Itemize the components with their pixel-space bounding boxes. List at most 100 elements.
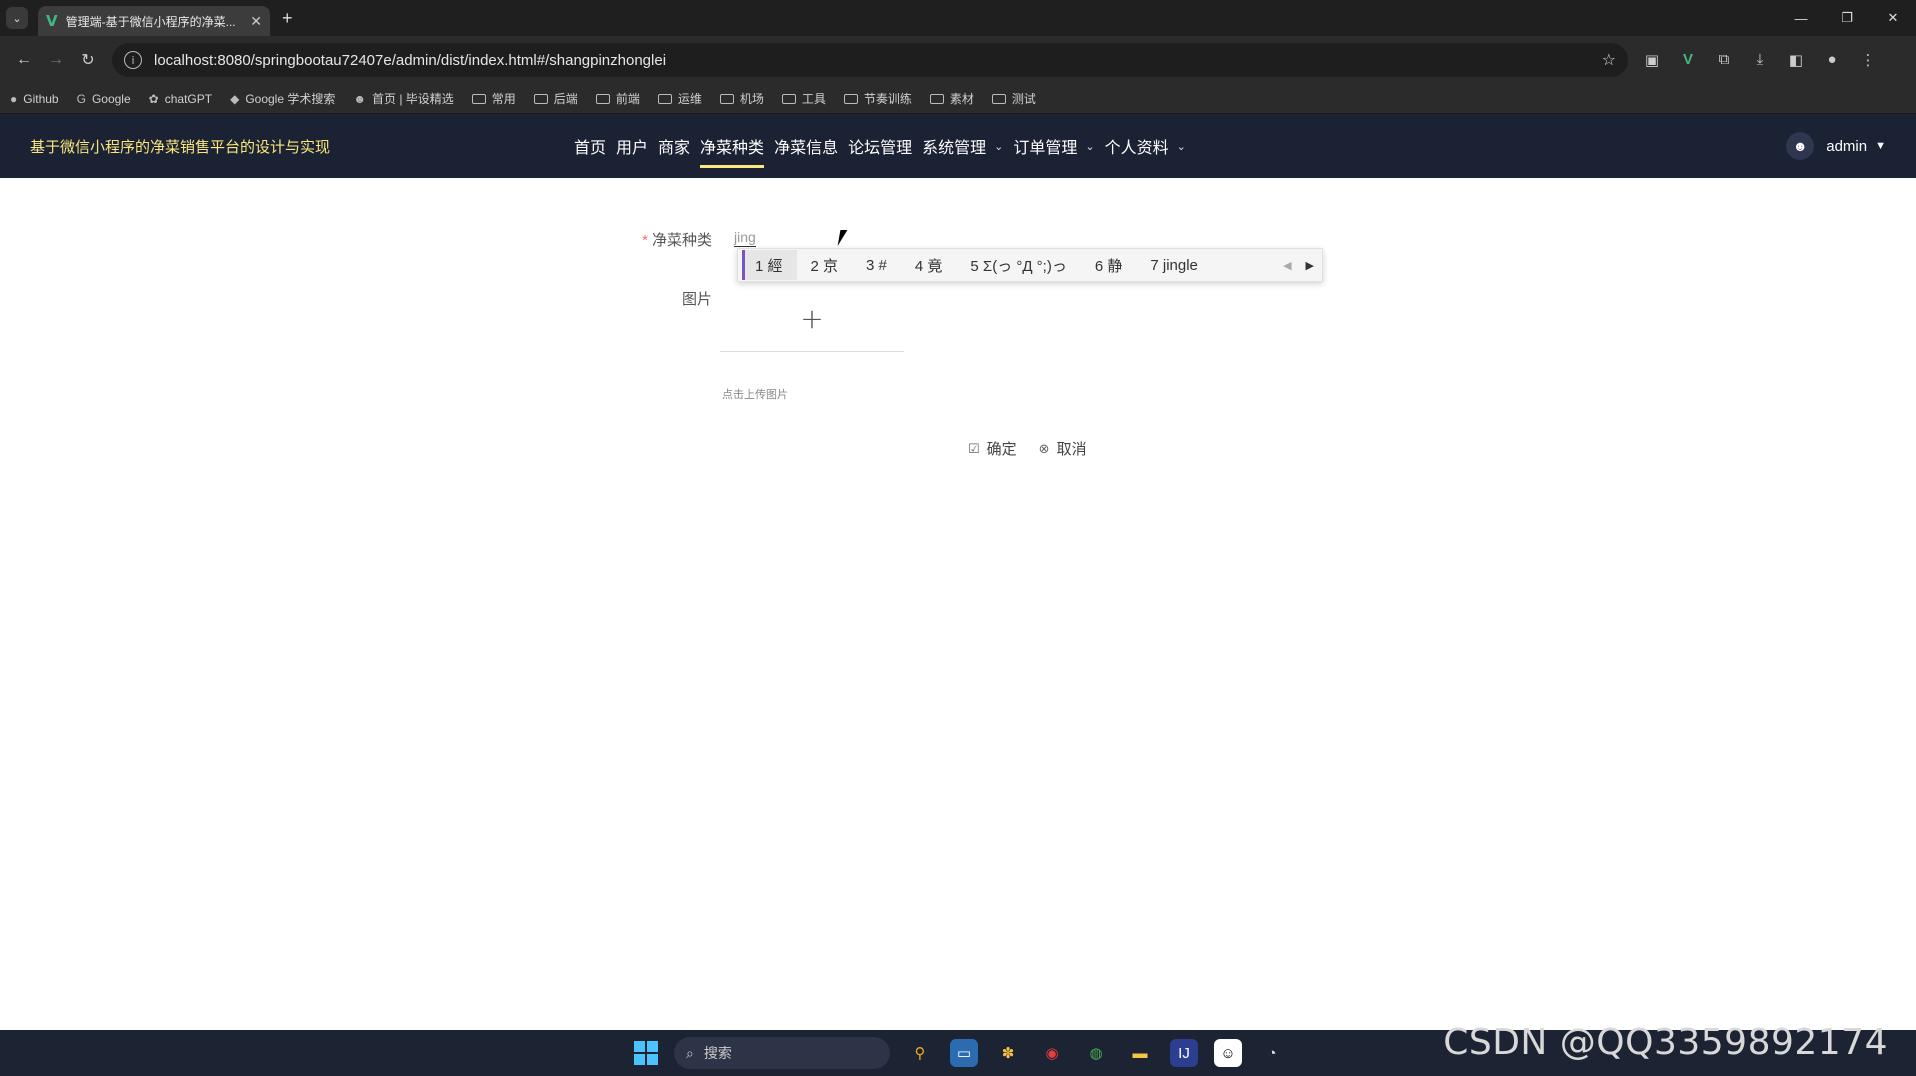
chevron-down-icon: ⌄ bbox=[1176, 140, 1186, 153]
bookmark-folder-common[interactable]: 常用 bbox=[471, 90, 516, 107]
intellij-icon[interactable]: IJ bbox=[1170, 1039, 1198, 1067]
bookmark-folder-airport[interactable]: 机场 bbox=[719, 90, 764, 107]
taskbar-icons: ⌕ 搜索 ⚲ ▭ ✽ ◉ ◍ ▬ IJ ☺ ◔ bbox=[634, 1030, 1286, 1076]
bishe-icon: ☻ bbox=[353, 91, 366, 106]
folder-icon bbox=[929, 93, 944, 104]
bookmark-bishe[interactable]: ☻ 首页 | 毕设精选 bbox=[353, 90, 453, 107]
snail-app-icon[interactable]: ◉ bbox=[1038, 1039, 1066, 1067]
folder-icon bbox=[843, 93, 858, 104]
ime-candidate[interactable]: 2 京 bbox=[797, 250, 853, 280]
nav-profile[interactable]: 个人资料 ⌄ bbox=[1105, 114, 1186, 178]
checkbox-icon: ☑ bbox=[968, 440, 980, 456]
sidepanel-icon[interactable]: ◧ bbox=[1784, 51, 1808, 69]
bookmark-github[interactable]: ● Github bbox=[10, 92, 59, 106]
more-menu-icon[interactable]: ⋮ bbox=[1856, 51, 1880, 69]
browser-toolbar: ← → ↻ i localhost:8080/springbootau72407… bbox=[0, 36, 1916, 84]
site-info-icon[interactable]: i bbox=[124, 51, 142, 69]
upload-hint: 点击上传图片 bbox=[722, 389, 788, 401]
close-window-icon[interactable]: ✕ bbox=[1870, 10, 1916, 26]
restore-icon[interactable]: ❐ bbox=[1824, 10, 1870, 26]
username: admin bbox=[1826, 137, 1868, 155]
file-explorer-icon[interactable]: ▬ bbox=[1126, 1039, 1154, 1067]
taskbar-search[interactable]: ⌕ 搜索 bbox=[674, 1037, 890, 1069]
profile-avatar-icon[interactable]: ● bbox=[1820, 51, 1844, 69]
nav-users[interactable]: 用户 bbox=[616, 114, 648, 178]
extensions-area: ▣ V ⧉ ⤓ ◧ ● ⋮ bbox=[1640, 51, 1880, 69]
folder-icon bbox=[781, 93, 796, 104]
monitor-app-icon[interactable]: ▭ bbox=[950, 1039, 978, 1067]
ime-candidate[interactable]: 1 經 bbox=[742, 250, 797, 280]
new-tab-button[interactable]: + bbox=[282, 8, 293, 29]
ime-candidate[interactable]: 3 # bbox=[852, 250, 901, 280]
bookmark-star-icon[interactable]: ☆ bbox=[1602, 50, 1616, 70]
ime-prev-icon[interactable]: ◀ bbox=[1283, 259, 1291, 272]
incognito-icon[interactable]: ▣ bbox=[1640, 51, 1664, 69]
ime-candidate[interactable]: 4 竟 bbox=[901, 250, 957, 280]
address-bar[interactable]: i localhost:8080/springbootau72407e/admi… bbox=[112, 43, 1628, 77]
bookmark-folder-backend[interactable]: 后端 bbox=[533, 90, 578, 107]
nav-forum[interactable]: 论坛管理 bbox=[848, 114, 912, 178]
category-input[interactable]: jing bbox=[734, 229, 756, 247]
mouse-cursor-icon bbox=[837, 230, 848, 246]
folder-icon bbox=[533, 93, 548, 104]
bookmark-folder-assets[interactable]: 素材 bbox=[929, 90, 974, 107]
forward-icon[interactable]: → bbox=[40, 51, 72, 69]
folder-icon bbox=[991, 93, 1006, 104]
circle-x-icon: ⊗ bbox=[1038, 440, 1050, 456]
nav-vegetable-info[interactable]: 净菜信息 bbox=[774, 114, 838, 178]
nav-vegetable-category[interactable]: 净菜种类 bbox=[700, 114, 765, 178]
folder-icon bbox=[719, 93, 734, 104]
search-icon: ⌕ bbox=[686, 1044, 694, 1061]
plus-icon: + bbox=[800, 302, 824, 335]
chrome-icon[interactable]: ◍ bbox=[1082, 1039, 1110, 1067]
paw-app-icon[interactable]: ✽ bbox=[994, 1039, 1022, 1067]
bookmark-chatgpt[interactable]: ✿ chatGPT bbox=[149, 92, 212, 106]
cancel-button[interactable]: ⊗ 取消 bbox=[1039, 438, 1087, 459]
nav-system[interactable]: 系统管理 ⌄ bbox=[922, 114, 1003, 178]
ime-candidate[interactable]: 6 静 bbox=[1081, 250, 1137, 280]
vue-favicon-icon: V bbox=[46, 12, 58, 30]
image-uploader[interactable]: + bbox=[720, 296, 904, 352]
windows-start-icon[interactable] bbox=[634, 1041, 658, 1065]
csdn-watermark: CSDN @QQ3359892174 bbox=[1443, 1022, 1888, 1063]
folder-icon bbox=[471, 93, 486, 104]
bookmark-folder-test[interactable]: 测试 bbox=[991, 90, 1036, 107]
close-tab-icon[interactable]: ✕ bbox=[250, 13, 262, 30]
nav-orders[interactable]: 订单管理 ⌄ bbox=[1013, 114, 1094, 178]
required-mark: * bbox=[642, 232, 648, 249]
folder-icon bbox=[595, 93, 610, 104]
bookmark-folder-tools[interactable]: 工具 bbox=[781, 90, 826, 107]
bookmark-folder-ops[interactable]: 运维 bbox=[657, 90, 702, 107]
tab-search-button[interactable]: ⌄ bbox=[6, 7, 28, 29]
ime-candidate[interactable]: 7 jingle bbox=[1136, 250, 1212, 280]
extensions-icon[interactable]: ⧉ bbox=[1712, 51, 1736, 69]
ime-page-arrows: ◀ ▶ bbox=[1283, 259, 1322, 272]
browser-tabstrip: ⌄ V 管理端-基于微信小程序的净菜... ✕ + — ❐ ✕ bbox=[0, 0, 1916, 36]
reload-icon[interactable]: ↻ bbox=[72, 50, 104, 70]
chevron-down-icon: ⌄ bbox=[1085, 140, 1095, 153]
search-app-icon[interactable]: ⚲ bbox=[906, 1039, 934, 1067]
url-text: localhost:8080/springbootau72407e/admin/… bbox=[154, 51, 667, 69]
ime-candidate[interactable]: 5 Σ(っ °Д °;)っ bbox=[956, 250, 1080, 280]
window-controls: — ❐ ✕ bbox=[1778, 0, 1916, 36]
ime-next-icon[interactable]: ▶ bbox=[1306, 259, 1314, 272]
category-label: * 净菜种类 bbox=[642, 232, 712, 249]
folder-icon bbox=[657, 93, 672, 104]
confirm-button[interactable]: ☑ 确定 bbox=[968, 438, 1017, 459]
vue-devtools-icon[interactable]: V bbox=[1676, 51, 1700, 69]
download-icon[interactable]: ⤓ bbox=[1748, 51, 1772, 69]
browser-tab[interactable]: V 管理端-基于微信小程序的净菜... ✕ bbox=[38, 6, 270, 36]
bookmark-folder-rhythm[interactable]: 节奏训练 bbox=[843, 90, 912, 107]
avatar: ☻ bbox=[1786, 132, 1815, 160]
minimize-icon[interactable]: — bbox=[1778, 11, 1824, 26]
bookmark-folder-frontend[interactable]: 前端 bbox=[595, 90, 640, 107]
nav-home[interactable]: 首页 bbox=[574, 114, 606, 178]
wechat-icon[interactable]: ◔ bbox=[1258, 1039, 1286, 1067]
bookmark-google[interactable]: G Google bbox=[77, 92, 131, 106]
bookmark-google-scholar[interactable]: ◆ Google 学术搜索 bbox=[230, 90, 335, 107]
github-icon: ● bbox=[10, 91, 18, 106]
back-icon[interactable]: ← bbox=[8, 51, 40, 69]
nav-merchants[interactable]: 商家 bbox=[658, 114, 690, 178]
user-menu[interactable]: ☻ admin ▼ bbox=[1786, 114, 1886, 178]
qq-icon[interactable]: ☺ bbox=[1214, 1039, 1242, 1067]
